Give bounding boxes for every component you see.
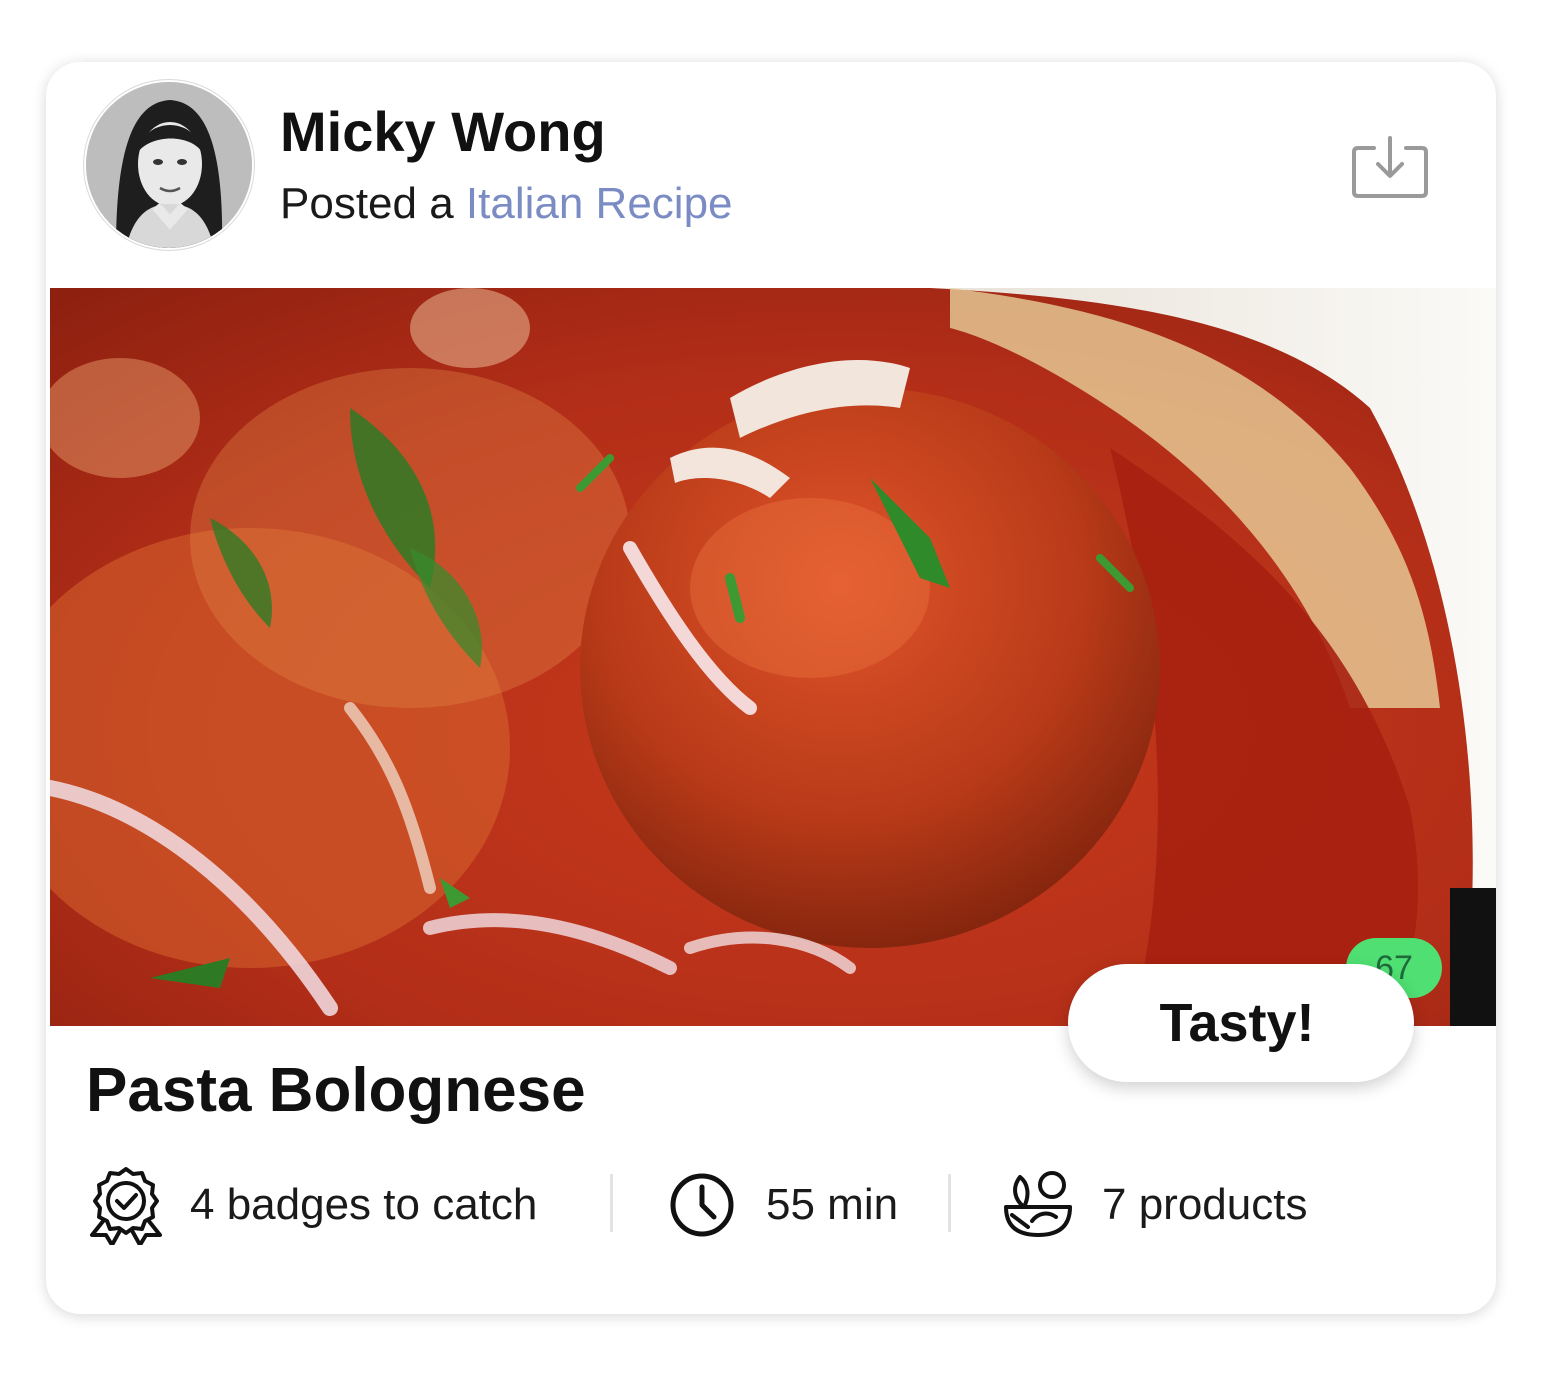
tasty-reaction-button[interactable]: Tasty! xyxy=(1068,964,1414,1082)
meta-divider xyxy=(948,1174,951,1232)
download-button[interactable] xyxy=(1348,136,1432,202)
clock-icon xyxy=(670,1173,734,1237)
recipe-post-card: Micky Wong Posted a Italian Recipe 67 Ta… xyxy=(46,62,1496,1314)
category-link[interactable]: Italian Recipe xyxy=(466,179,733,228)
post-subtitle: Posted a Italian Recipe xyxy=(280,182,733,226)
badge-icon xyxy=(90,1167,162,1245)
products-count-text: 7 products xyxy=(1102,1180,1308,1229)
cook-time-text: 55 min xyxy=(766,1180,899,1229)
products-info: 7 products xyxy=(998,1160,1307,1250)
recipe-meta-row: 4 badges to catch 55 min 7 products xyxy=(86,1160,1466,1250)
recipe-photo[interactable] xyxy=(50,288,1496,1026)
ingredients-icon xyxy=(1004,1171,1072,1237)
badges-info: 4 badges to catch xyxy=(86,1160,537,1250)
tasty-reaction-label: Tasty! xyxy=(1159,993,1315,1053)
avatar[interactable] xyxy=(84,80,254,250)
badges-count-text: 4 badges to catch xyxy=(190,1180,538,1229)
author-name[interactable]: Micky Wong xyxy=(280,104,606,160)
recipe-title: Pasta Bolognese xyxy=(86,1056,586,1125)
meta-divider xyxy=(610,1174,613,1232)
download-icon xyxy=(1352,136,1428,198)
time-info: 55 min xyxy=(662,1160,898,1250)
posted-prefix: Posted a xyxy=(280,179,466,228)
